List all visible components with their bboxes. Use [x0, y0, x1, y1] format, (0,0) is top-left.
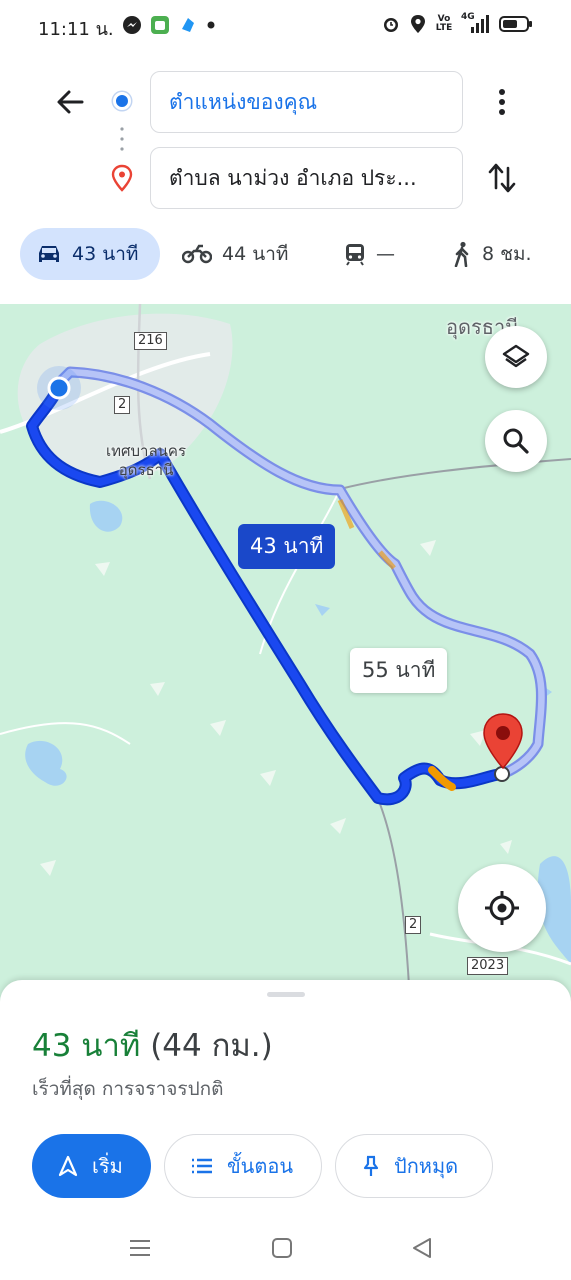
my-location-icon [485, 891, 519, 925]
sheet-drag-handle[interactable] [267, 992, 305, 997]
home-icon[interactable] [270, 1236, 294, 1260]
tab-motorcycle-label: 44 นาที [222, 243, 289, 265]
route-time-label-alt[interactable]: 55 นาที [350, 648, 448, 693]
android-app-icon [151, 16, 169, 34]
my-location-button[interactable] [458, 864, 546, 952]
travel-mode-tabs: 43 นาที 44 นาที — 8 ชม. [0, 226, 571, 286]
route-distance: (44 กม.) [150, 1028, 273, 1064]
tab-transit[interactable]: — [344, 228, 395, 280]
steps-button[interactable]: ขั้นตอน [164, 1134, 322, 1198]
route-shield-216: 216 [134, 332, 167, 350]
layers-icon [502, 344, 530, 368]
origin-dot-icon [113, 92, 131, 110]
destination-marker-icon[interactable] [481, 712, 525, 772]
motorcycle-icon [182, 244, 212, 264]
battery-icon [499, 16, 532, 32]
more-options-icon[interactable] [490, 84, 514, 120]
route-duration: 43 นาที [32, 1028, 141, 1064]
car-icon [39, 246, 59, 262]
layers-button[interactable] [485, 326, 547, 388]
alarm-icon [384, 18, 398, 32]
train-icon [346, 244, 364, 266]
route-shield-2023: 2023 [467, 957, 509, 975]
destination-pin-icon [111, 164, 133, 192]
pushpin-icon [363, 1155, 379, 1176]
tab-walk-label: 8 ชม. [482, 243, 532, 265]
map-search-button[interactable] [485, 410, 547, 472]
place-label-line1: เทศบาลนคร [106, 442, 187, 460]
route-shield-2: 2 [114, 396, 131, 414]
location-icon [411, 15, 425, 33]
back-arrow-icon[interactable] [52, 84, 88, 120]
list-icon [192, 1158, 212, 1174]
volte-icon: Vo LTE [435, 14, 453, 33]
swap-icon[interactable] [484, 160, 520, 196]
back-nav-icon[interactable] [410, 1236, 434, 1260]
pin-button-label: ปักหมุด [394, 1154, 459, 1178]
place-label-line2: อุดรธานี [118, 461, 174, 479]
system-nav-bar [0, 1218, 571, 1280]
route-summary: 43 นาที (44 กม.) [32, 1020, 273, 1070]
steps-button-label: ขั้นตอน [227, 1154, 294, 1178]
pin-button[interactable]: ปักหมุด [335, 1134, 493, 1198]
route-time-label-primary[interactable]: 43 นาที [238, 524, 336, 569]
route-shield-2-south: 2 [405, 916, 422, 934]
messenger-icon [123, 16, 141, 34]
navigation-arrow-icon [58, 1155, 78, 1177]
status-right: Vo LTE 4G [381, 12, 533, 34]
tab-motorcycle[interactable]: 44 นาที [182, 228, 288, 280]
recents-menu-icon[interactable] [128, 1236, 152, 1260]
route-dots-icon [120, 127, 124, 151]
route-subtitle: เร็วที่สุด การจราจรปกติ [32, 1078, 224, 1100]
start-button-label: เริ่ม [92, 1154, 123, 1178]
tab-drive-label: 43 นาที [72, 243, 139, 265]
tab-drive[interactable]: 43 นาที [20, 228, 160, 280]
signal-4g-icon: 4G [461, 12, 491, 33]
origin-field[interactable]: ตำแหน่งของคุณ [150, 71, 463, 133]
walking-icon [454, 241, 469, 267]
start-button[interactable]: เริ่ม [32, 1134, 151, 1198]
notification-dot [207, 21, 215, 29]
app-icon [182, 18, 194, 32]
tab-transit-label: — [376, 243, 395, 265]
place-label-city: เทศบาลนคร อุดรธานี [106, 442, 186, 480]
status-bar: 11:11 น. Vo LTE 4G [0, 0, 571, 52]
map-view[interactable]: เทศบาลนคร อุดรธานี อุดรธานี 216 2 2 2023 … [0, 304, 571, 1004]
destination-field[interactable]: ตำบล นาม่วง อำเภอ ประ... [150, 147, 463, 209]
tab-walk[interactable]: 8 ชม. [452, 228, 532, 280]
search-icon [503, 428, 529, 454]
status-time: 11:11 น. [38, 19, 114, 40]
